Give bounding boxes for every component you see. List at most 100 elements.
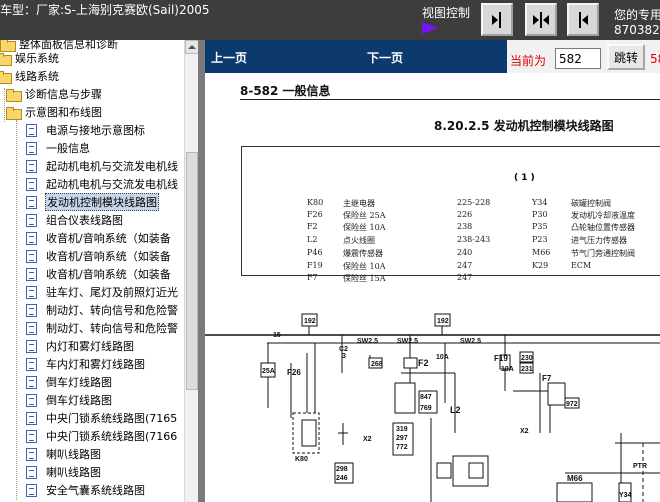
tree-doc-row[interactable]: 制动灯、转向信号和危险警 bbox=[26, 301, 179, 319]
tree-item-label: 电源与接地示意图标 bbox=[46, 124, 145, 137]
document-icon bbox=[26, 339, 37, 353]
current-page-label: 当前为 bbox=[510, 54, 547, 68]
wire-label: 15 bbox=[273, 332, 281, 339]
connector-label: 319 bbox=[396, 426, 408, 433]
folder-icon bbox=[0, 52, 12, 66]
tree-item-label: 发动机控制模块线路图 bbox=[45, 193, 159, 211]
connector-label: 769 bbox=[420, 405, 432, 412]
document-icon bbox=[26, 141, 37, 155]
tree-doc-row[interactable]: 收音机/音响系统（如装备 bbox=[26, 229, 172, 247]
user-info: 您的专用 8703820 bbox=[614, 8, 660, 38]
component-label: PTR bbox=[633, 463, 647, 470]
scroll-up-icon[interactable] bbox=[185, 40, 198, 54]
tree-item-label: 驻车灯、尾灯及前照灯近光 bbox=[46, 286, 178, 299]
tree-doc-row[interactable]: 一般信息 bbox=[26, 139, 91, 157]
tree-item-label: 一般信息 bbox=[46, 142, 90, 155]
tree-item-label: 组合仪表线路图 bbox=[46, 214, 123, 227]
tree-doc-row[interactable]: 倒车灯线路图 bbox=[26, 391, 113, 409]
tree-doc-row[interactable]: 收音机/音响系统（如装备 bbox=[26, 265, 172, 283]
tree-item-label: 线路系统 bbox=[15, 70, 59, 83]
tree-doc-row[interactable]: 组合仪表线路图 bbox=[26, 211, 124, 229]
document-icon bbox=[26, 429, 37, 443]
tree-item-label: 喇叭线路图 bbox=[46, 448, 101, 461]
tree-doc-row[interactable]: 中央门锁系统线路图(7166 bbox=[26, 427, 178, 445]
tree-item-label: 制动灯、转向信号和危险警 bbox=[46, 304, 178, 317]
page-nav-bar: 上一页 下一页 当前为 跳转 58 bbox=[205, 40, 660, 73]
tree-doc-row[interactable]: 车内灯和雾灯线路图 bbox=[26, 355, 146, 373]
view-left-button[interactable] bbox=[567, 3, 599, 36]
tree-guide-line bbox=[4, 88, 5, 122]
tree-folder-row[interactable]: 示意图和布线图 bbox=[6, 103, 103, 121]
user-info-line2: 8703820 bbox=[614, 23, 660, 37]
connector-label: 230 bbox=[521, 355, 533, 362]
fuse-label: F7 bbox=[542, 374, 552, 383]
document-icon bbox=[26, 483, 37, 497]
tree-folder-row[interactable]: 线路系统 bbox=[0, 67, 60, 85]
tree-item-label: 收音机/音响系统（如装备 bbox=[46, 250, 171, 263]
fuse-label: F19 bbox=[494, 354, 508, 363]
arrow-right-icon bbox=[422, 22, 438, 34]
view-left-icon bbox=[579, 11, 588, 28]
tree-item-label: 起动机电机与交流发电机线 bbox=[46, 178, 178, 191]
connector-label: 3 bbox=[342, 353, 346, 360]
sidebar-scrollbar[interactable] bbox=[184, 40, 198, 502]
fuse-rating: 25A bbox=[262, 368, 275, 375]
tree-item-label: 收音机/音响系统（如装备 bbox=[46, 268, 171, 281]
next-page-link[interactable]: 下一页 bbox=[367, 49, 403, 66]
page-number-input[interactable] bbox=[555, 48, 601, 69]
tree-folder-row[interactable]: 娱乐系统 bbox=[0, 49, 60, 67]
prev-page-link[interactable]: 上一页 bbox=[211, 49, 247, 66]
car-model-label: 车型：厂家:S-上海别克赛欧(Sail)2005 bbox=[0, 3, 210, 17]
tree-item-label: 喇叭线路图 bbox=[46, 466, 101, 479]
document-icon bbox=[26, 303, 37, 317]
document-icon bbox=[26, 231, 37, 245]
fuse-label: F26 bbox=[287, 368, 301, 377]
view-right-icon bbox=[492, 11, 501, 28]
wire-label: SW2.5 bbox=[357, 338, 378, 345]
scrollbar-thumb[interactable] bbox=[186, 152, 198, 390]
page-jump-panel: 当前为 跳转 58 bbox=[507, 40, 660, 73]
sidebar-tree: 整体面板信息和诊断 娱乐系统 线路系统 诊断信息与步骤 示意图和布线图 电源与接… bbox=[0, 40, 198, 502]
view-right-button[interactable] bbox=[481, 3, 513, 36]
component-label: K80 bbox=[295, 456, 308, 463]
document-icon bbox=[26, 267, 37, 281]
tree-doc-row[interactable]: 喇叭线路图 bbox=[26, 463, 102, 481]
tree-doc-row[interactable]: 安全气囊系统线路图 bbox=[26, 481, 146, 499]
tree-guide-line bbox=[16, 120, 17, 500]
tree-item-label: 起动机电机与交流发电机线 bbox=[46, 160, 178, 173]
connector-label: 192 bbox=[437, 318, 449, 325]
document-icon bbox=[26, 465, 37, 479]
tree-doc-row[interactable]: 中央门锁系统线路图(7165 bbox=[26, 409, 178, 427]
tree-doc-row[interactable]: 驻车灯、尾灯及前照灯近光 bbox=[26, 283, 179, 301]
component-label: Y34 bbox=[619, 492, 632, 499]
tree-item-label: 倒车灯线路图 bbox=[46, 376, 112, 389]
component-label: L2 bbox=[450, 405, 461, 415]
tree-doc-row[interactable]: 电源与接地示意图标 bbox=[26, 121, 146, 139]
document-page: 8-582 一般信息 8.20.2.5 发动机控制模块线路图 ( 1 ) K80… bbox=[205, 73, 660, 502]
folder-open-icon bbox=[6, 106, 22, 120]
document-icon bbox=[26, 123, 37, 137]
jump-button[interactable]: 跳转 bbox=[607, 44, 645, 70]
connector-label: 972 bbox=[566, 401, 578, 408]
document-icon bbox=[26, 213, 37, 227]
wire-label: SW2.5 bbox=[397, 338, 418, 345]
fuse-label: F2 bbox=[418, 358, 429, 368]
tree-doc-row[interactable]: 起动机电机与交流发电机线 bbox=[26, 175, 179, 193]
tree-doc-row[interactable]: 倒车灯线路图 bbox=[26, 373, 113, 391]
tree-doc-row[interactable]: 制动灯、转向信号和危险警 bbox=[26, 319, 179, 337]
fuse-rating: 10A bbox=[436, 354, 449, 361]
connector-label: 772 bbox=[396, 444, 408, 451]
tree-folder-row[interactable]: 诊断信息与步骤 bbox=[6, 85, 103, 103]
folder-icon bbox=[0, 70, 12, 84]
view-center-button[interactable] bbox=[525, 3, 557, 36]
tree-doc-row[interactable]: 收音机/音响系统（如装备 bbox=[26, 247, 172, 265]
folder-icon bbox=[6, 88, 22, 102]
document-icon bbox=[26, 195, 37, 209]
tree-doc-row[interactable]: 起动机电机与交流发电机线 bbox=[26, 157, 179, 175]
tree-doc-row[interactable]: 喇叭线路图 bbox=[26, 445, 102, 463]
tree-doc-row[interactable]: 内灯和雾灯线路图 bbox=[26, 337, 135, 355]
document-icon bbox=[26, 411, 37, 425]
connector-label: 268 bbox=[371, 361, 383, 368]
tree-doc-row-selected[interactable]: 发动机控制模块线路图 bbox=[26, 193, 159, 211]
document-icon bbox=[26, 447, 37, 461]
